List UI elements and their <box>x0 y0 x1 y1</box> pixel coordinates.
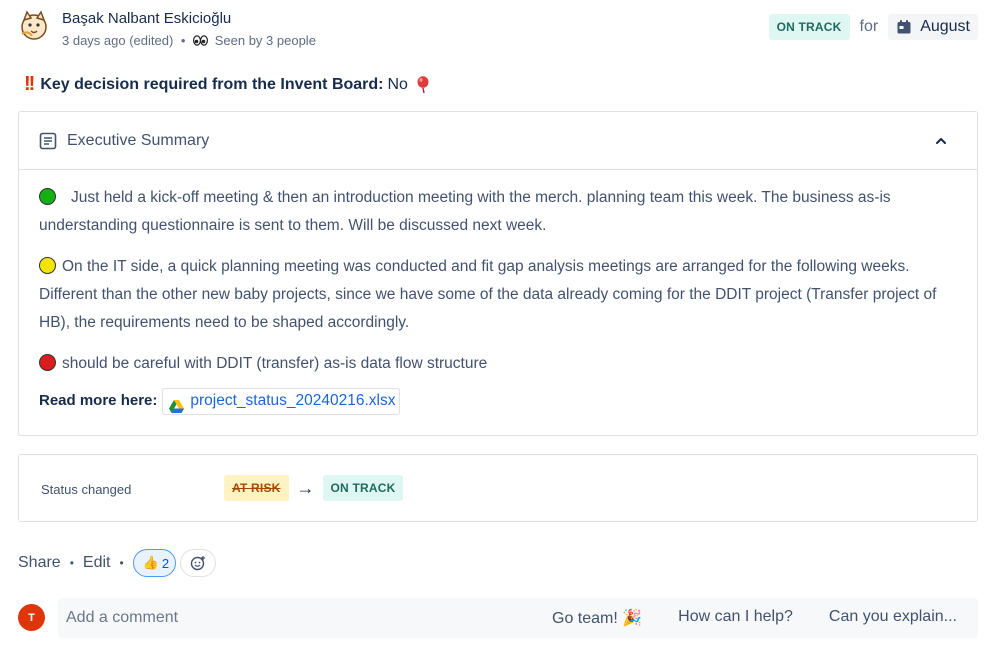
executive-summary-title: Executive Summary <box>67 131 210 149</box>
cat-avatar-icon[interactable] <box>18 10 50 42</box>
comment-input[interactable] <box>58 609 498 627</box>
update-actions: Share • Edit • 👍 2 <box>18 549 217 577</box>
status-area: ON TRACK for August <box>768 14 978 40</box>
new-status-lozenge: ON TRACK <box>322 475 404 501</box>
reaction-count: 2 <box>161 555 170 571</box>
file-link[interactable]: project_status_20240216.xlsx <box>162 387 401 415</box>
summary-text: Just held a kick-off meeting & then an i… <box>39 189 891 234</box>
status-lozenge: ON TRACK <box>768 14 850 40</box>
quick-reply-how-can-i-help[interactable]: How can I help? <box>660 608 811 628</box>
summary-item-green: Just held a kick-off meeting & then an i… <box>39 184 957 240</box>
edit-button[interactable]: Edit <box>83 554 111 572</box>
summary-text: On the IT side, a quick planning meeting… <box>39 258 937 331</box>
comment-row: T Go team! 🎉 How can I help? Can you exp… <box>18 598 978 638</box>
action-separator: • <box>69 556 74 570</box>
quick-reply-can-you-explain[interactable]: Can you explain... <box>811 608 975 628</box>
decision-label: Key decision required from the Invent Bo… <box>40 75 384 93</box>
calendar-icon <box>896 19 912 35</box>
quick-reply-go-team[interactable]: Go team! 🎉 <box>534 608 660 628</box>
read-more-label: Read more here: <box>39 392 158 409</box>
yellow-circle-icon <box>39 257 56 274</box>
meta-separator: • <box>180 33 186 48</box>
for-label: for <box>859 18 879 35</box>
action-separator: • <box>119 556 124 570</box>
google-drive-icon <box>169 395 185 413</box>
executive-summary-body: Just held a kick-off meeting & then an i… <box>19 170 977 415</box>
green-circle-icon <box>39 188 56 205</box>
update-header: Başak Nalbant Eskicioğlu 3 days ago (edi… <box>18 8 980 52</box>
thumbs-up-reaction[interactable]: 👍 2 <box>132 549 177 577</box>
summary-item-yellow: On the IT side, a quick planning meeting… <box>39 253 957 337</box>
comment-box[interactable]: Go team! 🎉 How can I help? Can you expla… <box>58 598 978 638</box>
document-icon <box>39 132 57 150</box>
quick-replies: Go team! 🎉 How can I help? Can you expla… <box>534 608 975 628</box>
executive-summary-card: Executive Summary Just held a kick-off m… <box>18 111 978 436</box>
thumbs-up-icon: 👍 <box>142 555 159 570</box>
status-transition: AT RISK → ON TRACK <box>224 475 404 501</box>
status-change-card: Status changed AT RISK → ON TRACK <box>18 454 978 522</box>
user-avatar[interactable]: T <box>18 604 45 631</box>
update-meta: 3 days ago (edited) • Seen by 3 people <box>62 33 316 48</box>
read-more: Read more here: project_status_20240216.… <box>39 387 957 415</box>
old-status-lozenge: AT RISK <box>224 475 289 501</box>
summary-item-red: should be careful with DDIT (transfer) a… <box>39 350 957 378</box>
executive-summary-header[interactable]: Executive Summary <box>19 112 977 170</box>
share-button[interactable]: Share <box>18 554 61 572</box>
arrow-right-icon: → <box>296 477 315 498</box>
target-month: August <box>920 18 970 35</box>
key-decision: !! Key decision required from the Invent… <box>24 73 431 96</box>
summary-text: should be careful with DDIT (transfer) a… <box>62 355 488 372</box>
status-change-label: Status changed <box>41 482 132 497</box>
smiley-add-icon <box>190 556 206 571</box>
red-circle-icon <box>39 354 56 371</box>
seen-by[interactable]: Seen by 3 people <box>215 33 316 48</box>
chevron-up-icon[interactable] <box>935 134 947 146</box>
double-exclamation-icon: !! <box>24 73 35 95</box>
target-period-pill[interactable]: August <box>888 14 978 40</box>
eyes-icon <box>193 34 209 48</box>
decision-value: No <box>387 75 408 93</box>
author-name[interactable]: Başak Nalbant Eskicioğlu <box>62 10 231 27</box>
balloon-icon <box>415 75 431 94</box>
add-reaction-button[interactable] <box>180 549 217 577</box>
file-name: project_status_20240216.xlsx <box>190 392 396 409</box>
update-time[interactable]: 3 days ago (edited) <box>62 33 173 48</box>
